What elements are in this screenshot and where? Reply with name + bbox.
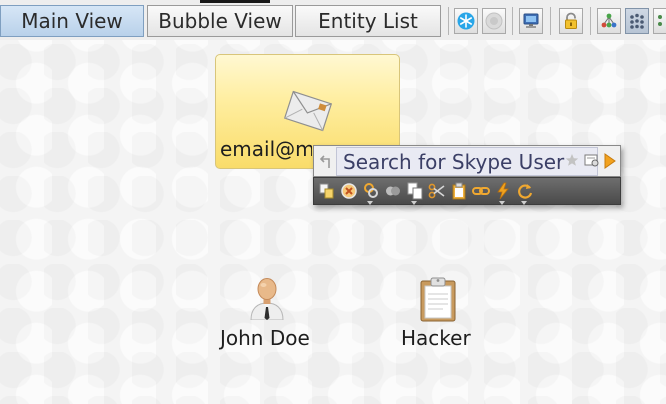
toolbar-separator <box>550 7 551 35</box>
person-entity-label: John Doe <box>220 326 310 350</box>
person-icon <box>250 278 284 320</box>
clipboard-icon <box>420 277 456 322</box>
popup-header: Search for Skype User <box>313 145 621 177</box>
clipboard-icon <box>452 182 466 200</box>
copy-icon <box>319 183 334 199</box>
paste-icon <box>407 182 423 200</box>
tree-layout-button[interactable] <box>597 8 621 34</box>
link-icon <box>364 183 378 198</box>
chain-icon <box>472 187 490 195</box>
paste-button[interactable] <box>406 182 424 205</box>
delete-button[interactable] <box>340 182 358 200</box>
tab-bubble-view[interactable]: Bubble View <box>147 5 293 37</box>
lock-button[interactable] <box>559 8 583 34</box>
computer-button[interactable] <box>519 8 543 34</box>
toolbar-separator <box>590 7 591 35</box>
stop-icon <box>485 12 503 30</box>
run-transform-button[interactable] <box>494 182 512 205</box>
grid-layout-icon <box>658 15 662 26</box>
toolbar-separator <box>448 7 449 35</box>
snowflake-icon <box>457 12 475 30</box>
back-arrow-icon[interactable] <box>318 152 332 170</box>
computer-icon <box>523 13 539 28</box>
lock-icon <box>565 12 577 29</box>
run-arrow-icon[interactable] <box>603 153 617 169</box>
detail-view-icon[interactable] <box>584 154 600 168</box>
toolbar-separator <box>512 7 513 35</box>
popup-title: Search for Skype User <box>336 147 598 176</box>
dropdown-arrow-icon <box>499 201 505 205</box>
dropdown-arrow-icon <box>411 201 417 205</box>
phrase-entity-label: Hacker <box>401 326 471 350</box>
star-icon[interactable] <box>565 153 579 167</box>
freeze-button[interactable] <box>454 8 478 34</box>
entity-context-popup: Search for Skype User <box>313 145 621 205</box>
window-edge <box>200 0 270 3</box>
tab-entity-list[interactable]: Entity List <box>295 5 441 37</box>
chain-button[interactable] <box>472 182 490 200</box>
clipboard-button[interactable] <box>450 182 468 200</box>
stop-button[interactable] <box>482 8 506 34</box>
refresh-button[interactable] <box>516 182 534 205</box>
dropdown-arrow-icon <box>521 201 527 205</box>
popup-action-bar <box>313 177 621 205</box>
envelope-icon <box>284 90 332 132</box>
tab-main-view[interactable]: Main View <box>0 5 144 37</box>
cluster-layout-icon <box>630 13 644 29</box>
refresh-icon <box>518 184 533 199</box>
dropdown-arrow-icon <box>367 201 373 205</box>
run-transform-icon <box>497 182 509 200</box>
merge-icon <box>386 186 400 196</box>
cluster-layout-button[interactable] <box>625 8 649 34</box>
delete-icon <box>341 183 357 199</box>
link-button[interactable] <box>362 182 380 205</box>
merge-button[interactable] <box>384 182 402 200</box>
grid-layout-button[interactable] <box>653 8 666 34</box>
copy-button[interactable] <box>318 182 336 200</box>
top-toolbar: Main View Bubble View Entity List <box>0 0 666 40</box>
cut-button[interactable] <box>428 182 446 200</box>
tree-layout-icon <box>601 13 617 28</box>
email-entity-label: email@mail <box>220 137 312 161</box>
cut-icon <box>428 183 445 199</box>
